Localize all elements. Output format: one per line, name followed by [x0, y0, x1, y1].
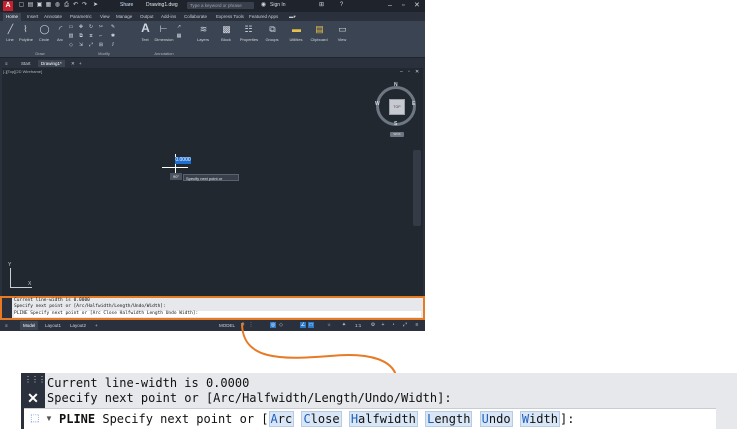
- command-prompt-text[interactable]: PLINE Specify next point or [Arc Close H…: [59, 411, 575, 427]
- option-length[interactable]: Length: [425, 411, 473, 427]
- option-width[interactable]: Width: [519, 411, 560, 427]
- command-prompt-zoomed[interactable]: ⬚ ▼ PLINE Specify next point or [Arc Clo…: [24, 408, 716, 430]
- option-close[interactable]: Close: [301, 411, 342, 427]
- zoom-history-line2: Specify next point or [Arc/Halfwidth/Len…: [47, 391, 452, 405]
- callout-connector: [241, 322, 404, 390]
- option-undo[interactable]: Undo: [479, 411, 513, 427]
- prompt-end: ]:: [559, 412, 575, 426]
- grip-dots-icon[interactable]: ⋮⋮⋮⋮: [24, 376, 53, 384]
- close-icon[interactable]: ✕: [25, 390, 41, 406]
- zoom-history-line1: Current line-width is 0.0000: [47, 376, 250, 390]
- command-icon[interactable]: ⬚: [30, 413, 44, 425]
- option-halfwidth[interactable]: Halfwidth: [348, 411, 418, 427]
- command-name: PLINE: [59, 412, 96, 426]
- prompt-text: Specify next point or [: [95, 412, 269, 426]
- option-arc[interactable]: Arc: [268, 411, 295, 427]
- recent-commands-dropdown-icon[interactable]: ▼: [45, 413, 55, 425]
- callout-line: [241, 322, 398, 381]
